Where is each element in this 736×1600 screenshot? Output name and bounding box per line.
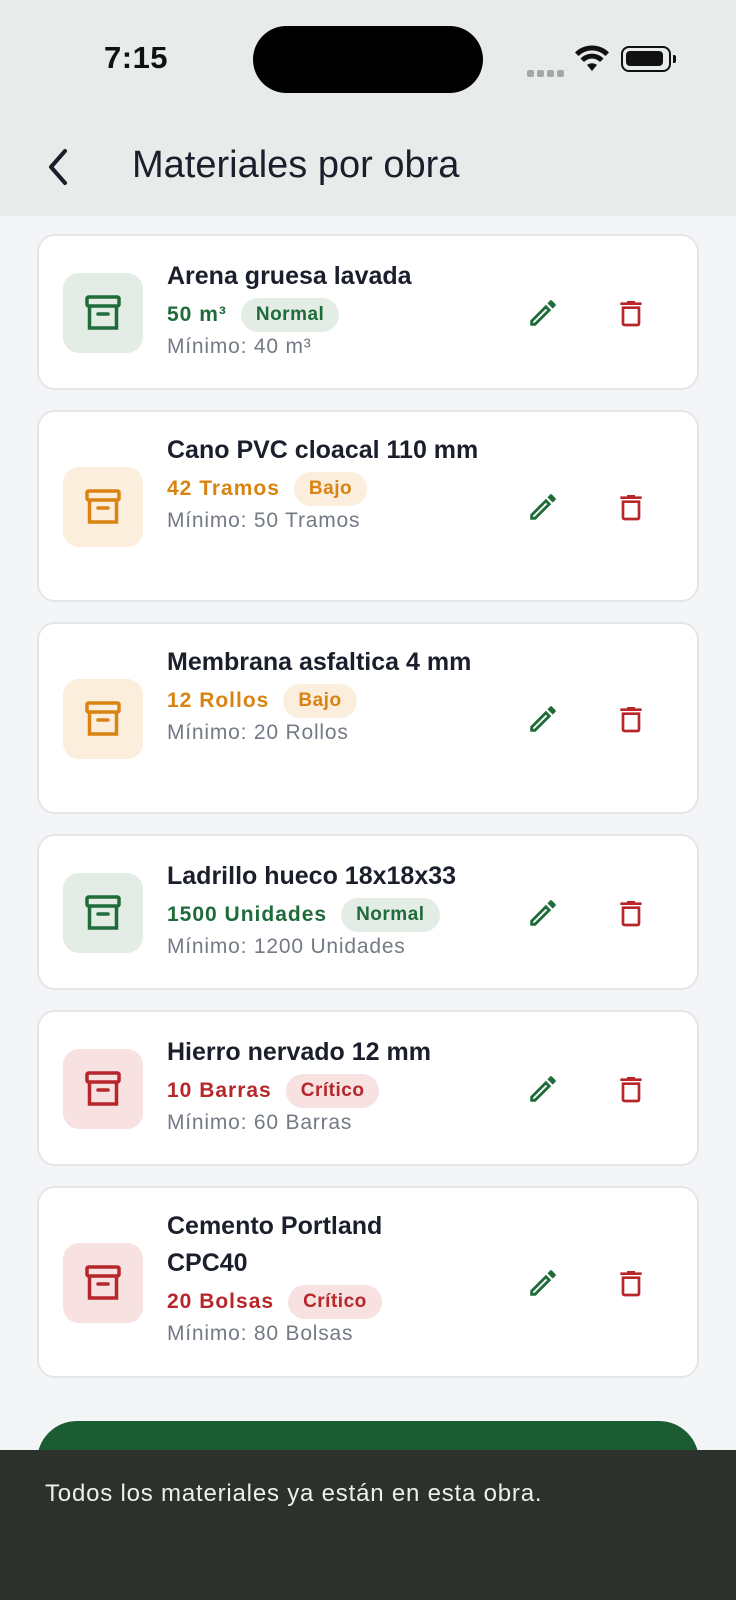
archive-box-icon — [63, 873, 143, 953]
material-quantity: 50 m³ — [167, 303, 227, 326]
archive-box-icon — [63, 273, 143, 353]
material-quantity: 1500 Unidades — [167, 903, 328, 926]
pencil-icon — [530, 494, 556, 520]
material-name: Membrana asfaltica 4 mm — [167, 648, 472, 676]
trash-icon — [620, 1271, 642, 1297]
status-time: 7:15 — [104, 40, 169, 75]
snackbar: Todos los materiales ya están en esta ob… — [0, 1450, 736, 1600]
edit-button[interactable] — [519, 695, 567, 743]
edit-button[interactable] — [519, 289, 567, 337]
status-badge: Bajo — [293, 472, 368, 506]
material-minimum: Mínimo: 1200 Unidades — [167, 935, 406, 958]
delete-button[interactable] — [607, 889, 655, 937]
delete-button[interactable] — [607, 1065, 655, 1113]
material-card[interactable]: Hierro nervado 12 mm 10 Barras Crítico M… — [37, 1010, 699, 1166]
pencil-icon — [530, 1270, 556, 1296]
material-minimum: Mínimo: 20 Rollos — [167, 721, 349, 744]
material-card[interactable]: Arena gruesa lavada 50 m³ Normal Mínimo:… — [37, 234, 699, 390]
snackbar-message: Todos los materiales ya están en esta ob… — [45, 1480, 543, 1507]
pencil-icon — [530, 706, 556, 732]
trash-icon — [620, 1077, 642, 1103]
edit-button[interactable] — [519, 1065, 567, 1113]
delete-button[interactable] — [607, 483, 655, 531]
archive-box-icon — [63, 1243, 143, 1323]
dynamic-island — [253, 26, 483, 93]
edit-button[interactable] — [519, 1259, 567, 1307]
material-card[interactable]: Cano PVC cloacal 110 mm 42 Tramos Bajo M… — [37, 410, 699, 602]
page-title: Materiales por obra — [132, 144, 460, 186]
delete-button[interactable] — [607, 1259, 655, 1307]
material-card[interactable]: Cemento Portland CPC40 20 Bolsas Crítico… — [37, 1186, 699, 1378]
material-minimum: Mínimo: 80 Bolsas — [167, 1322, 354, 1345]
pencil-icon — [530, 900, 556, 926]
delete-button[interactable] — [607, 289, 655, 337]
trash-icon — [620, 301, 642, 327]
trash-icon — [620, 495, 642, 521]
trash-icon — [620, 901, 642, 927]
material-name: Cano PVC cloacal 110 mm — [167, 436, 479, 464]
material-name: Arena gruesa lavada — [167, 262, 412, 290]
status-bar: 7:15 — [0, 0, 736, 120]
status-badge: Normal — [341, 898, 440, 932]
wifi-icon — [574, 44, 610, 77]
material-minimum: Mínimo: 40 m³ — [167, 335, 312, 358]
cellular-signal-icon — [527, 64, 567, 82]
material-minimum: Mínimo: 60 Barras — [167, 1111, 353, 1134]
back-button[interactable] — [36, 142, 80, 192]
material-quantity: 12 Rollos — [167, 689, 270, 712]
material-minimum: Mínimo: 50 Tramos — [167, 509, 361, 532]
material-name: Cemento Portland CPC40 — [167, 1212, 383, 1277]
delete-button[interactable] — [607, 695, 655, 743]
battery-icon — [621, 46, 676, 72]
material-card[interactable]: Membrana asfaltica 4 mm 12 Rollos Bajo M… — [37, 622, 699, 814]
material-card[interactable]: Ladrillo hueco 18x18x33 1500 Unidades No… — [37, 834, 699, 990]
trash-icon — [620, 707, 642, 733]
material-quantity: 20 Bolsas — [167, 1290, 275, 1313]
material-quantity: 42 Tramos — [167, 477, 280, 500]
material-name: Hierro nervado 12 mm — [167, 1038, 431, 1066]
archive-box-icon — [63, 467, 143, 547]
status-badge: Crítico — [285, 1074, 380, 1108]
material-quantity: 10 Barras — [167, 1079, 272, 1102]
status-badge: Normal — [240, 298, 340, 332]
edit-button[interactable] — [519, 483, 567, 531]
archive-box-icon — [63, 679, 143, 759]
edit-button[interactable] — [519, 889, 567, 937]
chevron-left-icon — [49, 149, 67, 185]
material-name: Ladrillo hueco 18x18x33 — [167, 862, 457, 890]
app-bar: Materiales por obra — [0, 120, 736, 216]
pencil-icon — [530, 1076, 556, 1102]
status-badge: Bajo — [283, 684, 357, 718]
pencil-icon — [530, 300, 556, 326]
archive-box-icon — [63, 1049, 143, 1129]
status-badge: Crítico — [288, 1285, 382, 1319]
